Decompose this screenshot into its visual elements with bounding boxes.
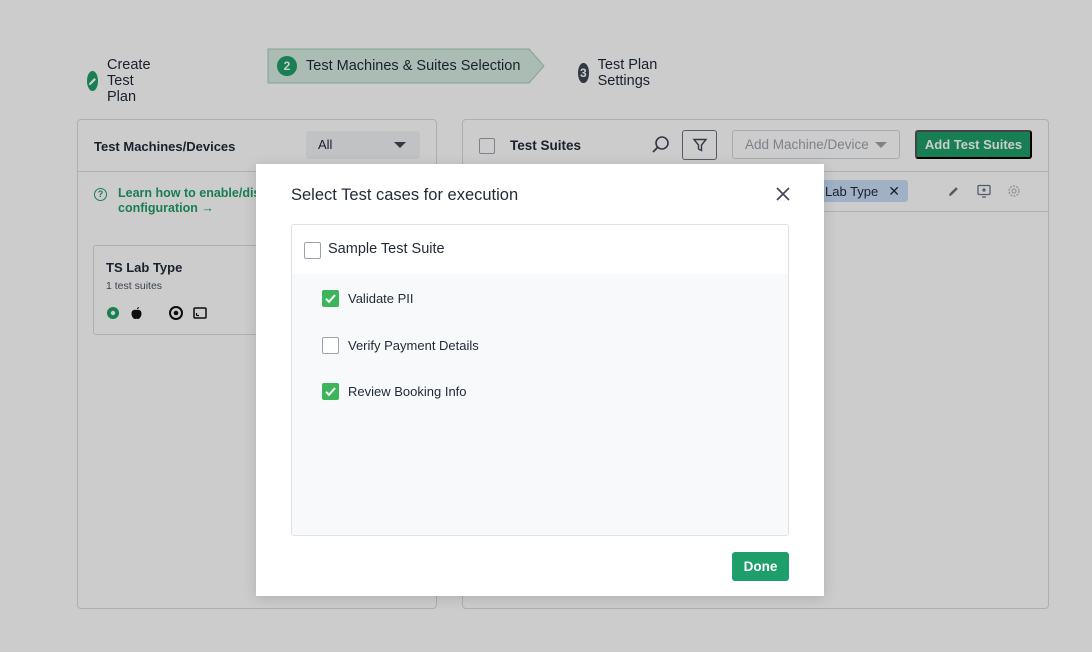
done-button[interactable]: Done bbox=[732, 552, 789, 581]
case-row-validate-pii[interactable]: Validate PII bbox=[322, 288, 414, 308]
check-icon bbox=[325, 293, 336, 303]
suite-checkbox[interactable] bbox=[304, 242, 321, 259]
suite-name: Sample Test Suite bbox=[328, 241, 445, 257]
close-icon[interactable] bbox=[775, 186, 791, 202]
case-label: Review Booking Info bbox=[348, 383, 467, 399]
cases-list: Validate PII Verify Payment Details Revi… bbox=[292, 274, 788, 535]
case-checkbox[interactable] bbox=[322, 289, 339, 307]
case-checkbox[interactable] bbox=[322, 382, 339, 400]
check-icon bbox=[325, 386, 336, 396]
case-label: Validate PII bbox=[348, 290, 414, 306]
case-label: Verify Payment Details bbox=[348, 337, 479, 353]
case-row-review-booking[interactable]: Review Booking Info bbox=[322, 381, 467, 401]
test-case-list: Sample Test Suite Validate PII Verify Pa… bbox=[291, 224, 789, 536]
modal-title: Select Test cases for execution bbox=[291, 186, 519, 204]
select-test-cases-modal: Select Test cases for execution Sample T… bbox=[256, 164, 824, 596]
suite-row[interactable]: Sample Test Suite bbox=[292, 225, 788, 274]
case-checkbox[interactable] bbox=[322, 336, 339, 354]
case-row-verify-payment[interactable]: Verify Payment Details bbox=[322, 335, 479, 355]
